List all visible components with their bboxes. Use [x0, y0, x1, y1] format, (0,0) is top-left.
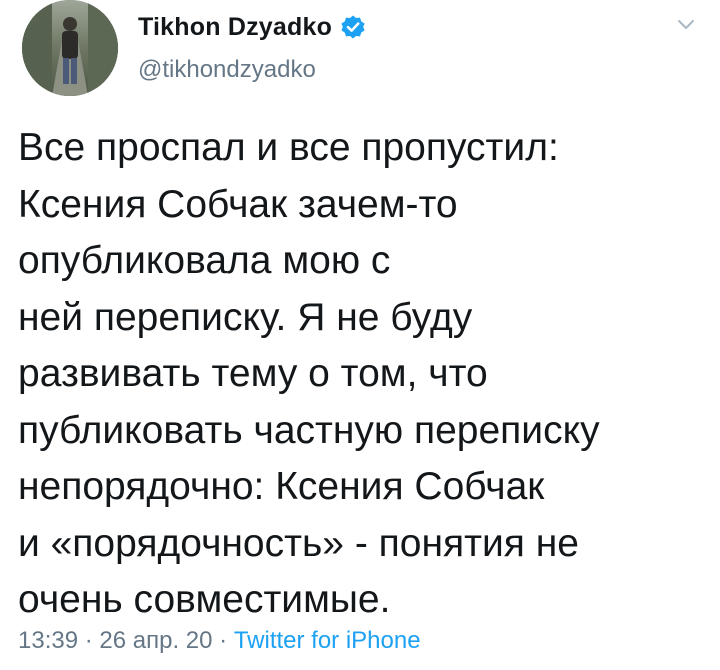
author-handle[interactable]: @tikhondzyadko — [138, 56, 316, 84]
author-display-name[interactable]: Tikhon Dzyadko — [138, 13, 332, 42]
meta-separator: · — [212, 627, 234, 654]
tweet-text-line: Все проспал и все пропустил: — [18, 126, 559, 169]
tweet-text-line: Ксения Собчак зачем-то — [18, 182, 458, 226]
tweet-text-line: и «порядочность» - понятия не — [18, 521, 579, 565]
tweet-text: Все проспал и все пропустил: Ксения Собч… — [18, 120, 708, 629]
meta-separator: · — [78, 627, 100, 654]
tweet-text-line: ней переписку. Я не буду — [18, 295, 473, 339]
tweet-time[interactable]: 13:39 — [18, 627, 78, 654]
verified-badge-icon — [340, 14, 366, 40]
tweet-date[interactable]: 26 апр. 20 — [99, 627, 212, 654]
tweet-text-line: очень совместимые. — [18, 578, 391, 621]
avatar[interactable] — [22, 0, 118, 96]
tweet-meta: 13:39 · 26 апр. 20 · Twitter for iPhone — [18, 626, 421, 656]
tweet-text-line: развивать тему о том, что — [18, 352, 488, 395]
chevron-down-icon[interactable] — [674, 12, 698, 36]
tweet-text-line: публиковать частную переписку — [18, 408, 600, 452]
avatar-photo — [22, 0, 118, 96]
tweet-source-link[interactable]: Twitter for iPhone — [234, 627, 421, 654]
tweet-text-line: опубликовала мою с — [18, 239, 391, 282]
author-name-row: Tikhon Dzyadko — [138, 12, 366, 42]
tweet-card: Tikhon Dzyadko @tikhondzyadko Все проспа… — [0, 0, 720, 670]
tweet-text-line: непорядочно: Ксения Собчак — [18, 465, 545, 508]
